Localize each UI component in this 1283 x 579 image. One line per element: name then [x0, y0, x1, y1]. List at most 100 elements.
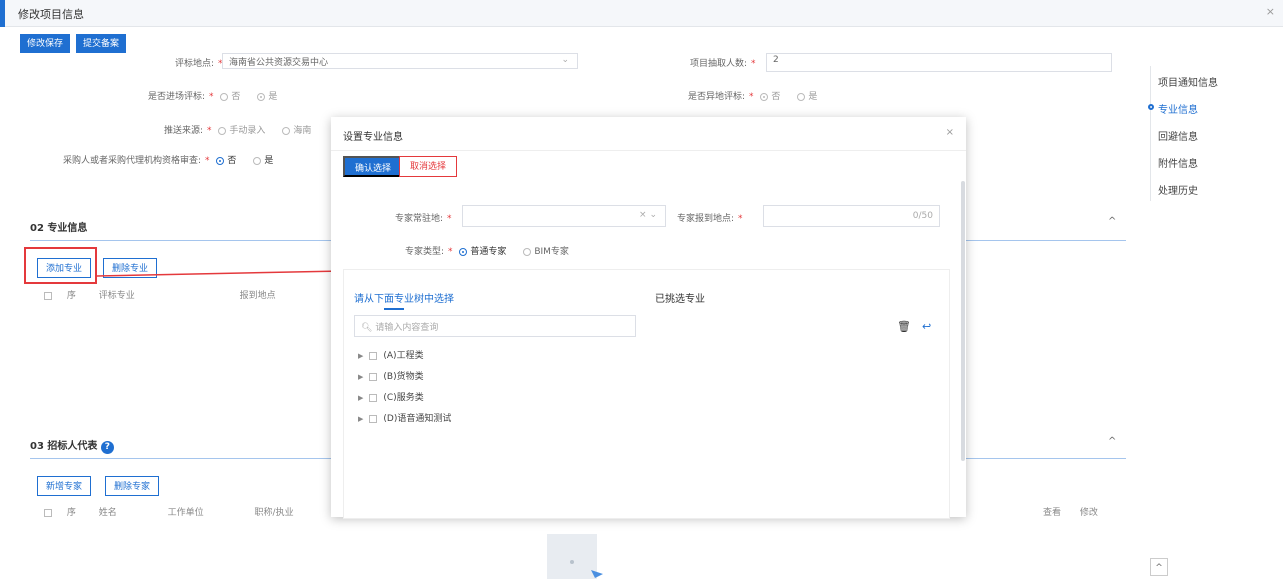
tab-selected[interactable]: 已挑选专业 — [655, 290, 705, 305]
section-title-specialty: 02 专业信息 — [30, 223, 88, 234]
remote-radio-yes[interactable] — [797, 92, 806, 101]
cancel-selection-button[interactable]: 取消选择 — [399, 156, 458, 177]
tree-node-label: (A)工程类 — [383, 351, 424, 361]
type-opt-normal: 普通专家 — [470, 247, 507, 257]
remote-opt-no: 否 — [771, 92, 781, 102]
on-site-radio-yes[interactable] — [257, 92, 266, 101]
collapse-icon[interactable]: ^ — [1108, 216, 1116, 227]
nav-item-avoid[interactable]: 回避信息 — [1158, 128, 1198, 143]
tree-node-label: (C)服务类 — [383, 393, 424, 403]
type-radio-bim[interactable] — [523, 247, 532, 256]
extract-count-input[interactable]: 2 — [766, 53, 1112, 72]
tree-checkbox[interactable] — [369, 372, 378, 381]
eval-location-label: 评标地点: — [175, 59, 215, 69]
specialty-tree-panel: 请从下面专业树中选择 已挑选专业 🔍︎ 请输入内容查询 🗑︎ ↩ ▶ (A)工程类… — [343, 269, 950, 519]
expand-icon[interactable]: ▶ — [358, 415, 363, 423]
help-icon[interactable]: ? — [100, 441, 114, 454]
col-name: 姓名 — [98, 508, 117, 518]
clear-icon[interactable]: × ⌄ — [639, 210, 657, 220]
window-title: 修改项目信息 — [18, 8, 84, 21]
type-label-row: 专家类型: * 普通专家 BIM专家 — [405, 247, 569, 257]
col-view: 查看 — [1043, 508, 1062, 518]
tab-tree-select[interactable]: 请从下面专业树中选择 — [354, 290, 454, 305]
eval-location-select[interactable]: 海南省公共资源交易中心 ⌄ — [222, 53, 578, 69]
representative-table-actions: 查看 修改 — [1043, 505, 1098, 518]
qualify-label: 采购人或者采购代理机构资格审查: — [63, 156, 202, 166]
col-title: 职称/执业 — [254, 508, 294, 518]
tab-underline — [384, 308, 404, 310]
on-site-radio-no[interactable] — [220, 92, 229, 101]
titlebar-accent — [0, 0, 5, 27]
tree-node[interactable]: ▶ (D)语音通知测试 — [358, 411, 451, 424]
type-opt-bim: BIM专家 — [534, 247, 569, 257]
expand-icon[interactable]: ▶ — [358, 373, 363, 381]
tree-node[interactable]: ▶ (C)服务类 — [358, 390, 424, 403]
back-to-top-button[interactable]: ^ — [1150, 558, 1168, 576]
qualify-opt-no: 否 — [227, 156, 237, 166]
eval-location-value: 海南省公共资源交易中心 — [229, 58, 329, 68]
col-index: 序 — [66, 508, 76, 518]
nav-item-attachment[interactable]: 附件信息 — [1158, 155, 1198, 170]
col-report-location: 报到地点 — [239, 291, 276, 301]
representative-table-header: 序 姓名 工作单位 职称/执业 — [44, 505, 294, 518]
remote-radio-no[interactable] — [760, 92, 769, 101]
tree-search-input[interactable]: 🔍︎ 请输入内容查询 — [354, 315, 636, 337]
on-site-label: 是否进场评标: — [148, 92, 206, 102]
report-label: 专家报到地点: — [677, 214, 735, 224]
qualify-radio-no[interactable] — [216, 156, 225, 165]
section3-title-text: 03 招标人代表 — [30, 441, 98, 452]
col-work-unit: 工作单位 — [167, 508, 204, 518]
push-opt-manual: 手动录入 — [229, 126, 266, 136]
push-source-row: 推送来源: * 手动录入 海南 — [164, 126, 312, 136]
modal-scrollbar[interactable] — [961, 181, 965, 461]
qualify-row: 采购人或者采购代理机构资格审查: * 否 是 — [63, 156, 274, 166]
tree-node-label: (D)语音通知测试 — [383, 414, 452, 424]
collapse-icon[interactable]: ^ — [1108, 436, 1116, 447]
remote-label: 是否异地评标: — [688, 92, 746, 102]
nav-item-history[interactable]: 处理历史 — [1158, 182, 1198, 197]
empty-state-icon — [547, 534, 603, 579]
undo-icon[interactable]: ↩ — [922, 320, 931, 333]
qualify-radio-yes[interactable] — [253, 156, 262, 165]
push-radio-hainan[interactable] — [282, 126, 291, 135]
chevron-down-icon: ⌄ — [561, 55, 569, 65]
extract-count-value: 2 — [773, 55, 779, 65]
specialty-table-header: 序 评标专业 报到地点 — [44, 288, 276, 301]
residence-label-row: 专家常驻地: * — [395, 214, 452, 224]
submit-button[interactable]: 提交备案 — [76, 34, 127, 53]
tree-node[interactable]: ▶ (B)货物类 — [358, 369, 424, 382]
nav-item-notice[interactable]: 项目通知信息 — [1158, 74, 1218, 89]
nav-active-dot — [1148, 104, 1154, 110]
push-radio-manual[interactable] — [218, 126, 227, 135]
save-button[interactable]: 修改保存 — [20, 34, 71, 53]
tree-node[interactable]: ▶ (A)工程类 — [358, 348, 424, 361]
modal-header: 设置专业信息 × — [331, 117, 966, 151]
delete-expert-button[interactable]: 删除专家 — [105, 476, 160, 496]
type-radio-normal[interactable] — [459, 247, 468, 256]
tree-checkbox[interactable] — [369, 351, 378, 360]
push-opt-hainan: 海南 — [293, 126, 312, 136]
window-titlebar: 修改项目信息 × — [0, 0, 1283, 27]
add-expert-button[interactable]: 新增专家 — [37, 476, 92, 496]
residence-select[interactable]: × ⌄ — [462, 205, 666, 227]
select-all-checkbox[interactable] — [44, 508, 52, 517]
select-all-checkbox[interactable] — [44, 291, 52, 300]
tree-checkbox[interactable] — [369, 414, 378, 423]
nav-item-specialty[interactable]: 专业信息 — [1158, 101, 1198, 116]
tree-checkbox[interactable] — [369, 393, 378, 402]
col-specialty: 评标专业 — [98, 291, 135, 301]
col-edit: 修改 — [1079, 508, 1098, 518]
on-site-opt-yes: 是 — [268, 92, 278, 102]
close-icon[interactable]: × — [946, 127, 954, 138]
residence-label: 专家常驻地: — [395, 214, 444, 224]
on-site-opt-no: 否 — [231, 92, 241, 102]
expand-icon[interactable]: ▶ — [358, 394, 363, 402]
trash-icon[interactable]: 🗑︎ — [897, 320, 911, 333]
search-icon: 🔍︎ — [361, 323, 373, 333]
push-source-label: 推送来源: — [164, 126, 204, 136]
close-icon[interactable]: × — [1266, 5, 1275, 18]
expand-icon[interactable]: ▶ — [358, 352, 363, 360]
remote-row: 是否异地评标: * 否 是 — [688, 92, 818, 102]
report-location-input[interactable]: 0/50 — [763, 205, 940, 227]
confirm-selection-button[interactable]: 确认选择 — [343, 156, 404, 177]
